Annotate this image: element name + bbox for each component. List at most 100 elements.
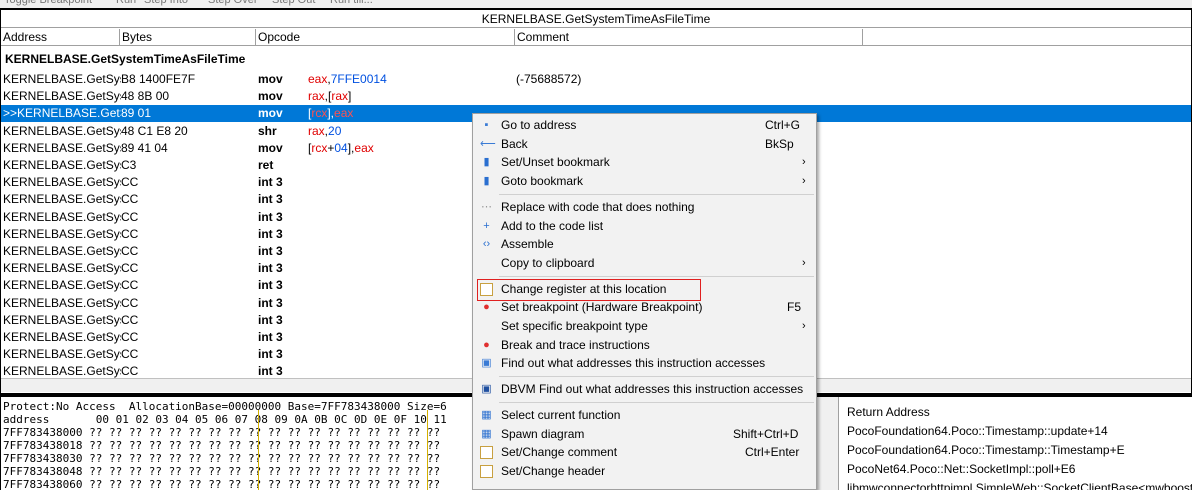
bookmark-icon: ▮ — [483, 156, 490, 169]
menu-item[interactable]: Copy to clipboard › — [475, 254, 814, 273]
instruction-opcode: int 3 — [258, 175, 283, 190]
menu-item-shortcut: Ctrl+Enter — [745, 445, 800, 460]
menu-item[interactable]: ▮ Goto bookmark › — [475, 172, 814, 191]
menu-item[interactable]: ⋯ Replace with code that does nothing — [475, 198, 814, 217]
plus-icon: + — [483, 219, 490, 232]
instruction-address: KERNELBASE.GetSysten — [3, 226, 121, 241]
menu-item[interactable]: Set specific breakpoint type › — [475, 317, 814, 336]
breakpoint-icon: ● — [483, 301, 490, 314]
menu-item-label: Set/Unset bookmark — [501, 155, 610, 170]
toolbar: Toggle Breakpoint Run Step Into Step Over St… — [0, 0, 1192, 8]
operand-token: eax — [354, 140, 374, 155]
instruction-address: KERNELBASE.GetSysten — [3, 330, 121, 344]
menu-item[interactable]: Set/Change comment Ctrl+Enter — [475, 443, 814, 462]
instruction-bytes: 48 C1 E8 20 — [121, 123, 188, 138]
return-address-item[interactable]: PocoFoundation64.Poco::Timestamp::update… — [847, 424, 1108, 438]
highlight-annotation — [477, 279, 701, 301]
instruction-address: KERNELBASE.GetSysten — [3, 72, 121, 86]
instruction-bytes: CC — [121, 226, 139, 241]
copy-icon — [480, 257, 493, 270]
comment-icon — [480, 446, 493, 460]
instruction-bytes: CC — [121, 330, 139, 344]
instruction-operands: rax,[rax] — [308, 88, 351, 105]
menu-item[interactable]: Set/Change header — [475, 462, 814, 481]
instruction-opcode: int 3 — [258, 330, 283, 344]
instruction-bytes: C3 — [121, 158, 137, 172]
return-address-item[interactable]: PocoFoundation64.Poco::Timestamp::Timest… — [847, 443, 1125, 457]
toolbar-button[interactable]: Step Out — [272, 0, 315, 6]
panel-splitter[interactable] — [815, 397, 838, 490]
menu-item[interactable]: ▪ Go to address Ctrl+G — [475, 116, 814, 135]
instruction-address: KERNELBASE.GetSysten — [3, 278, 121, 293]
toolbar-button[interactable]: Step Over — [208, 0, 258, 6]
hex-view[interactable]: Protect:No Access AllocationBase=0000000… — [1, 397, 473, 490]
menu-item-label: Break and trace instructions — [501, 337, 650, 352]
instruction-address: KERNELBASE.GetSysten — [3, 123, 121, 138]
menu-item[interactable]: + Add to the code list — [475, 217, 814, 236]
instruction-bytes: CC — [121, 312, 139, 327]
instruction-opcode: int 3 — [258, 312, 283, 327]
instruction-operands: eax,7FFE0014 — [308, 71, 387, 88]
operand-token: 04 — [334, 140, 348, 155]
column-address[interactable]: Address — [1, 29, 120, 46]
hex-line: 7FF783438030 ?? ?? ?? ?? ?? ?? ?? ?? ?? … — [3, 452, 441, 465]
return-stack-panel[interactable]: Return Address PocoFoundation64.Poco::Ti… — [838, 397, 1192, 490]
instruction-opcode: mov — [258, 89, 283, 104]
menu-item-label: Set breakpoint (Hardware Breakpoint) — [501, 300, 703, 315]
menu-item[interactable]: ● Break and trace instructions — [475, 336, 814, 355]
menu-separator — [499, 401, 814, 403]
return-address-item[interactable]: PocoNet64.Poco::Net::SocketImpl::poll+E6 — [847, 462, 1075, 476]
instruction-row[interactable]: KERNELBASE.GetSysten48 8B 00 mov rax,[rax] — [1, 88, 1191, 105]
menu-item[interactable]: ▦ Spawn diagram Shift+Ctrl+D — [475, 425, 814, 444]
instruction-row[interactable]: KERNELBASE.GetSystenB8 1400FE7F mov eax,7F… — [1, 71, 1191, 88]
instruction-opcode: int 3 — [258, 244, 283, 258]
instruction-opcode: int 3 — [258, 226, 283, 241]
instruction-bytes: CC — [121, 347, 139, 362]
instruction-bytes: CC — [121, 209, 139, 224]
return-address-item[interactable]: libmwconnectorhttpimpl.SimpleWeb::Socket… — [847, 481, 1192, 490]
hex-header-line: address 00 01 02 03 04 05 06 07 08 09 0A… — [3, 413, 447, 426]
menu-item[interactable]: ● Set breakpoint (Hardware Breakpoint) F5 — [475, 298, 814, 317]
menu-item-label: Set specific breakpoint type — [501, 319, 648, 333]
operand-token: eax — [308, 72, 328, 86]
instruction-bytes: 48 8B 00 — [121, 89, 170, 104]
menu-item-label: Add to the code list — [501, 218, 604, 233]
menu-item-shortcut: Ctrl+G — [765, 118, 801, 132]
instruction-bytes: 89 01 — [121, 106, 152, 121]
instruction-comment: (-75688572) — [516, 72, 582, 86]
menu-item[interactable]: ▣ DBVM Find out what addresses this instr… — [475, 380, 814, 399]
instruction-address: KERNELBASE.GetSysten — [3, 347, 121, 362]
menu-item[interactable]: ⟵ Back BkSp — [475, 135, 814, 154]
operand-token: ], — [327, 106, 335, 121]
menu-item-label: Spawn diagram — [501, 426, 585, 441]
menu-item[interactable]: ▦ Select current function — [475, 406, 814, 425]
menu-separator — [499, 376, 814, 378]
menu-item-shortcut: BkSp — [765, 136, 794, 151]
instruction-opcode: int 3 — [258, 192, 283, 207]
instruction-address: KERNELBASE.GetSysten — [3, 89, 121, 104]
instruction-opcode: mov — [258, 106, 283, 121]
column-bytes[interactable]: Bytes — [120, 29, 256, 46]
instruction-opcode: shr — [258, 123, 277, 138]
menu-item[interactable]: ▣ Find out what addresses this instructio… — [475, 354, 814, 373]
toolbar-button[interactable]: Step Into — [144, 0, 188, 6]
column-opcode[interactable]: Opcode — [256, 29, 515, 46]
back-arrow-icon: ⟵ — [480, 137, 496, 150]
hex-line: 7FF783438060 ?? ?? ?? ?? ?? ?? ?? ?? ?? … — [3, 478, 441, 490]
instruction-bytes: CC — [121, 261, 139, 276]
menu-item-label: Copy to clipboard — [501, 255, 595, 270]
toolbar-button[interactable]: Toggle Breakpoint — [4, 0, 92, 6]
toolbar-button[interactable]: Run — [116, 0, 136, 6]
toolbar-button[interactable]: Run till... — [330, 0, 373, 6]
menu-item-label: Select current function — [501, 407, 621, 422]
instruction-address: KERNELBASE.GetSysten — [3, 192, 121, 207]
menu-item[interactable]: ▮ Set/Unset bookmark › — [475, 153, 814, 172]
return-address-header: Return Address — [847, 405, 930, 419]
header-icon — [480, 464, 493, 478]
instruction-address: KERNELBASE.GetSysten — [3, 158, 121, 172]
submenu-arrow-icon: › — [802, 175, 806, 188]
function-header: KERNELBASE.GetSystemTimeAsFileTime — [5, 52, 246, 66]
menu-item-label: Go to address — [501, 118, 577, 132]
column-comment[interactable]: Comment — [515, 29, 863, 46]
menu-item[interactable]: ‹› Assemble — [475, 235, 814, 254]
